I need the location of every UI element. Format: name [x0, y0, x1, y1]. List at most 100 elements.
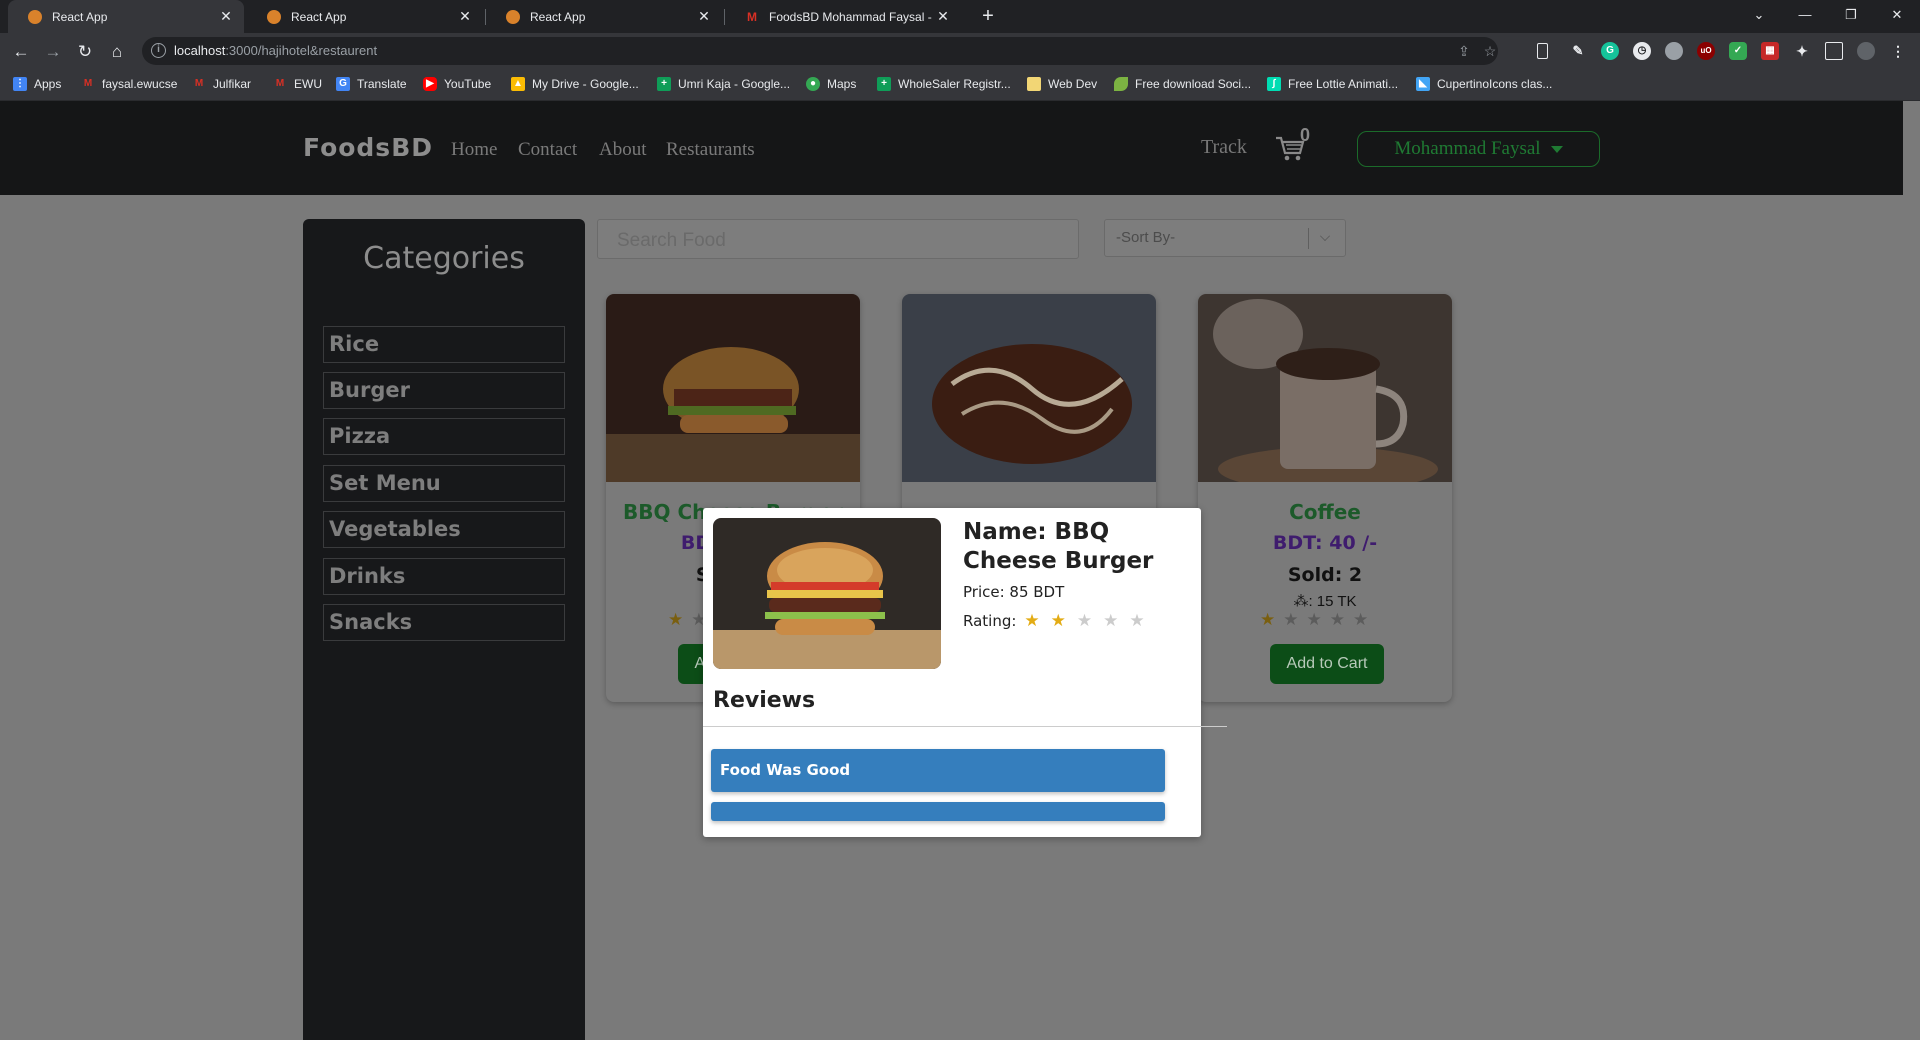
site-info-icon[interactable]: i — [151, 43, 166, 58]
tab-title: FoodsBD Mohammad Faysal - fa — [769, 9, 933, 24]
bookmark-ewu[interactable]: M EWU — [273, 77, 322, 91]
close-tab-icon[interactable]: ✕ — [933, 8, 953, 25]
device-icon[interactable] — [1537, 43, 1548, 59]
food-card-coffee: Coffee BDT: 40 /- Sold: 2 ⁂: 15 TK ★★★★★… — [1198, 294, 1452, 702]
address-bar[interactable]: i localhost:3000/hajihotel&restaurent ⇪ … — [142, 37, 1498, 65]
category-set-menu[interactable]: Set Menu — [323, 465, 565, 502]
sheets-icon: + — [657, 77, 671, 91]
gmail-icon: M — [83, 78, 93, 89]
leaf-icon — [1114, 77, 1128, 91]
browser-tab-1[interactable]: React App ✕ — [8, 0, 244, 33]
bookmark-label: Web Dev — [1048, 77, 1098, 91]
grammarly-icon[interactable]: G — [1601, 42, 1619, 60]
bookmark-label: WholeSaler Registr... — [898, 77, 1011, 91]
user-menu-button[interactable]: Mohammad Faysal — [1357, 131, 1600, 167]
nav-about[interactable]: About — [599, 139, 647, 161]
minimize-icon[interactable]: — — [1782, 0, 1828, 33]
food-name: Coffee — [1289, 500, 1361, 524]
burger-image — [606, 294, 860, 482]
close-window-icon[interactable]: ✕ — [1874, 0, 1920, 33]
add-to-cart-button[interactable]: Add to Cart — [1270, 644, 1384, 684]
star-empty-icon: ★ — [1306, 610, 1330, 629]
back-icon[interactable]: ← — [8, 39, 34, 65]
close-tab-icon[interactable]: ✕ — [216, 8, 236, 25]
category-pizza[interactable]: Pizza — [323, 418, 565, 455]
clock-extension-icon[interactable]: ◷ — [1633, 42, 1651, 60]
bookmark-julfikar[interactable]: M Julfikar — [192, 77, 251, 91]
bookmark-star-icon[interactable]: ☆ — [1480, 43, 1500, 60]
track-link[interactable]: Track — [1201, 136, 1247, 159]
bookmark-maps[interactable]: ● Maps — [806, 77, 856, 91]
bookmark-label: EWU — [294, 77, 322, 91]
star-filled-icon: ★ — [1024, 611, 1051, 631]
bookmark-label: CupertinoIcons clas... — [1437, 77, 1553, 91]
rating-label: Rating: — [963, 612, 1017, 630]
home-icon[interactable]: ⌂ — [104, 39, 130, 65]
bookmark-web-dev[interactable]: Web Dev — [1027, 77, 1097, 91]
cloud-extension-icon[interactable] — [1665, 42, 1683, 60]
nav-restaurants[interactable]: Restaurants — [666, 139, 755, 161]
review-item: Food Was Good — [711, 749, 1165, 792]
close-tab-icon[interactable]: ✕ — [455, 8, 475, 25]
gmail-icon: M — [194, 78, 204, 89]
user-name: Mohammad Faysal — [1394, 138, 1541, 159]
flutter-icon: ◣ — [1416, 77, 1430, 91]
shield-extension-icon[interactable]: ✓ — [1729, 42, 1747, 60]
browser-tab-2[interactable]: React App ✕ — [247, 0, 483, 33]
reload-icon[interactable]: ↻ — [72, 39, 98, 65]
bookmark-lottie[interactable]: ∫ Free Lottie Animati... — [1267, 77, 1398, 91]
bookmark-wholesaler[interactable]: + WholeSaler Registr... — [877, 77, 1011, 91]
bookmark-label: Julfikar — [213, 77, 252, 91]
category-drinks[interactable]: Drinks — [323, 558, 565, 595]
food-detail-modal: Name: BBQ Cheese Burger Price: 85 BDT Ra… — [703, 508, 1227, 837]
folder-icon — [1027, 77, 1041, 91]
bookmark-free-download[interactable]: Free download Soci... — [1114, 77, 1251, 91]
side-panel-icon[interactable] — [1825, 42, 1843, 60]
menu-kebab-icon[interactable]: ⋮ — [1889, 42, 1907, 60]
category-burger[interactable]: Burger — [323, 372, 565, 409]
lottie-icon: ∫ — [1267, 77, 1281, 91]
search-placeholder: Search Food — [617, 230, 726, 251]
url-host: localhost — [174, 43, 226, 58]
category-rice[interactable]: Rice — [323, 326, 565, 363]
bookmark-youtube[interactable]: ▶ YouTube — [423, 77, 491, 91]
star-empty-icon: ★ — [1353, 610, 1377, 629]
reviews-heading: Reviews — [713, 688, 816, 713]
brand-logo[interactable]: FoodsBD — [303, 133, 433, 162]
sidebar-title: Categories — [363, 241, 525, 276]
nav-home[interactable]: Home — [451, 139, 497, 161]
restore-icon[interactable]: ❐ — [1828, 0, 1874, 33]
sort-select[interactable]: -Sort By- — [1104, 219, 1346, 257]
bookmark-cupertino[interactable]: ◣ CupertinoIcons clas... — [1416, 77, 1552, 91]
tab-title: React App — [52, 9, 108, 24]
category-snacks[interactable]: Snacks — [323, 604, 565, 641]
categories-sidebar: Categories Rice Burger Pizza Set Menu Ve… — [303, 219, 585, 1040]
browser-tab-bar: React App ✕ React App ✕ React App ✕ M Fo… — [0, 0, 1920, 33]
pen-extension-icon[interactable]: ✎ — [1569, 42, 1587, 60]
bookmark-apps[interactable]: ⋮ Apps — [13, 77, 61, 91]
tab-search-icon[interactable]: ⌄ — [1736, 0, 1782, 33]
bookmark-label: Maps — [827, 77, 857, 91]
search-food-input[interactable]: Search Food — [597, 219, 1079, 259]
url-path: :3000/hajihotel&restaurent — [225, 43, 378, 58]
bookmark-umri-kaja[interactable]: + Umri Kaja - Google... — [657, 77, 790, 91]
bookmark-label: Apps — [34, 77, 62, 91]
bookmark-translate[interactable]: G Translate — [336, 77, 407, 91]
share-icon[interactable]: ⇪ — [1454, 43, 1474, 60]
profile-avatar-icon[interactable] — [1857, 42, 1875, 60]
ublock-icon[interactable]: uO — [1697, 42, 1715, 60]
bookmark-label: Free Lottie Animati... — [1288, 77, 1399, 91]
browser-tab-4[interactable]: M FoodsBD Mohammad Faysal - fa ✕ — [725, 0, 961, 33]
bookmark-drive[interactable]: ▲ My Drive - Google... — [511, 77, 639, 91]
cart-count-badge: 0 — [1300, 125, 1311, 145]
browser-tab-3[interactable]: React App ✕ — [486, 0, 722, 33]
category-vegetables[interactable]: Vegetables — [323, 511, 565, 548]
nav-contact[interactable]: Contact — [518, 139, 577, 161]
bookmark-faysal[interactable]: Mfaysal.ewucse — [81, 77, 178, 91]
forward-icon[interactable]: → — [40, 39, 66, 65]
new-tab-icon[interactable]: + — [976, 5, 1000, 29]
close-tab-icon[interactable]: ✕ — [694, 8, 714, 25]
extensions-puzzle-icon[interactable]: ✦ — [1793, 42, 1811, 60]
red-extension-icon[interactable]: ▦ — [1761, 42, 1779, 60]
page-scrollbar[interactable] — [1903, 101, 1920, 1040]
